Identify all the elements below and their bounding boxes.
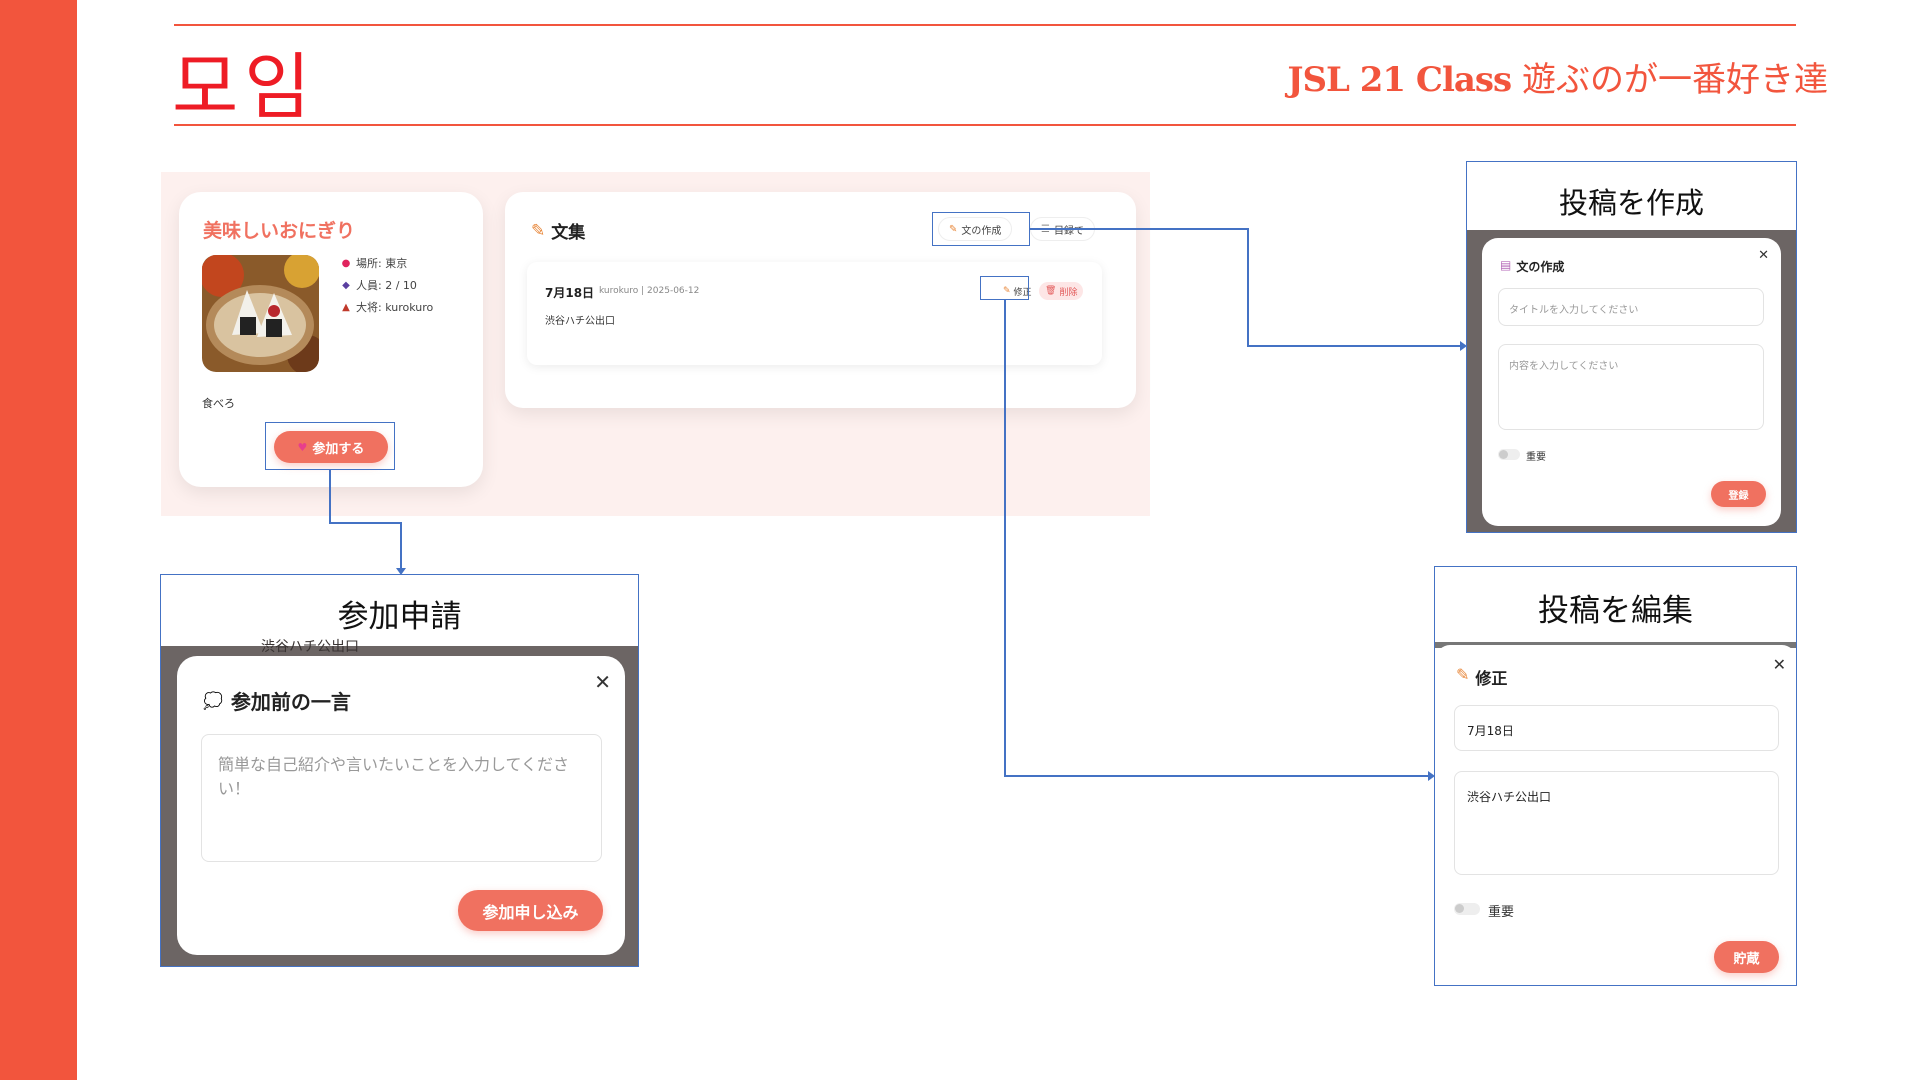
people-icon: ◆ — [342, 279, 350, 291]
important-label: 重要 — [1526, 452, 1546, 463]
pencil-icon: ✎ — [531, 220, 546, 241]
edit-post-panel: 投稿を編集 ✎ 修正 ✕ 7月18日 渋谷ハチ公出口 重要 貯蔵 — [1434, 566, 1797, 986]
speech-bubble-icon: 💭 — [203, 691, 223, 710]
content-textarea[interactable]: 内容を入力してください — [1498, 344, 1764, 430]
important-toggle[interactable] — [1454, 903, 1480, 915]
apply-button[interactable]: 参加申し込み — [458, 890, 603, 931]
gathering-location: ● 場所: 東京 — [341, 257, 408, 270]
edit-modal: ✎ 修正 ✕ 7月18日 渋谷ハチ公出口 重要 貯蔵 — [1436, 645, 1796, 985]
join-modal: 💭 参加前の一言 ✕ 簡単な自己紹介や言いたいことを入力してください！ 参加申し込… — [177, 656, 625, 955]
pin-icon: ● — [341, 257, 351, 269]
connector-line — [329, 522, 401, 524]
leader-icon: ▲ — [342, 301, 350, 313]
edit-modal-heading: ✎ 修正 — [1456, 665, 1508, 688]
join-button-highlight — [265, 422, 395, 470]
class-name: JSL 21 Class — [1287, 60, 1512, 100]
collection-title: ✎ 文集 — [531, 220, 586, 244]
note-icon: ▤ — [1500, 258, 1512, 272]
register-button[interactable]: 登録 — [1711, 481, 1766, 507]
delete-post-button[interactable]: 🗑 削除 — [1039, 282, 1084, 300]
create-post-caption: 投稿を作成 — [1558, 186, 1704, 220]
subtitle-text: 遊ぶのが一番好き達 — [1511, 60, 1828, 100]
post-meta: kurokuro | 2025-06-12 — [599, 286, 700, 296]
connector-line — [1030, 228, 1248, 230]
create-post-panel: 投稿を作成 ▤ 文の作成 ✕ タイトルを入力してください 内容を入力してください … — [1466, 161, 1797, 533]
gathering-leader: ▲ 大将: kurokuro — [340, 299, 433, 315]
gathering-description: 食べろ — [202, 397, 235, 410]
backdrop-text: 渋谷ハチ公出口 — [261, 639, 359, 655]
edit-button-highlight — [980, 276, 1029, 300]
connector-line — [1004, 300, 1006, 776]
connector-line — [1247, 345, 1462, 347]
create-modal-heading: ▤ 文の作成 — [1500, 258, 1565, 274]
join-modal-heading: 💭 参加前の一言 — [203, 690, 351, 714]
connector-line — [1247, 228, 1249, 346]
header-rule — [174, 124, 1796, 126]
connector-line — [1004, 775, 1429, 777]
trash-icon: 🗑 — [1045, 286, 1057, 296]
write-button-highlight — [932, 212, 1030, 246]
page-subtitle: JSL 21 Class 遊ぶのが一番好き達 — [1287, 52, 1828, 101]
create-modal: ▤ 文の作成 ✕ タイトルを入力してください 内容を入力してください 重要 登録 — [1482, 238, 1781, 526]
edit-content-textarea[interactable]: 渋谷ハチ公出口 — [1454, 771, 1779, 875]
connector-line — [400, 522, 402, 572]
important-toggle[interactable] — [1498, 449, 1520, 460]
onigiri-photo — [202, 255, 319, 372]
post-date: 7月18日 — [545, 286, 595, 300]
close-icon[interactable]: ✕ — [1773, 655, 1786, 674]
edit-post-caption: 投稿を編集 — [1538, 593, 1693, 629]
save-button[interactable]: 貯蔵 — [1714, 941, 1779, 973]
left-accent-bar — [0, 0, 77, 1080]
edit-title-input[interactable]: 7月18日 — [1454, 705, 1779, 751]
page-title: 모임 — [172, 45, 317, 129]
intro-textarea[interactable]: 簡単な自己紹介や言いたいことを入力してください！ — [201, 734, 602, 862]
gathering-title: 美味しいおにぎり — [203, 220, 356, 242]
join-request-panel: 参加申請 渋谷ハチ公出口 💭 参加前の一言 ✕ 簡単な自己紹介や言いたいことを入力… — [160, 574, 639, 967]
top-rule — [174, 24, 1796, 26]
gathering-members: ◆ 人員: 2 / 10 — [340, 277, 417, 293]
pencil-icon: ✎ — [1456, 665, 1470, 684]
join-request-caption: 参加申請 — [337, 599, 462, 635]
connector-line — [329, 470, 331, 523]
close-icon[interactable]: ✕ — [1758, 248, 1769, 263]
close-icon[interactable]: ✕ — [594, 670, 611, 694]
important-label: 重要 — [1488, 905, 1515, 920]
post-body: 渋谷ハチ公出口 — [545, 316, 615, 327]
title-input[interactable]: タイトルを入力してください — [1498, 288, 1764, 326]
